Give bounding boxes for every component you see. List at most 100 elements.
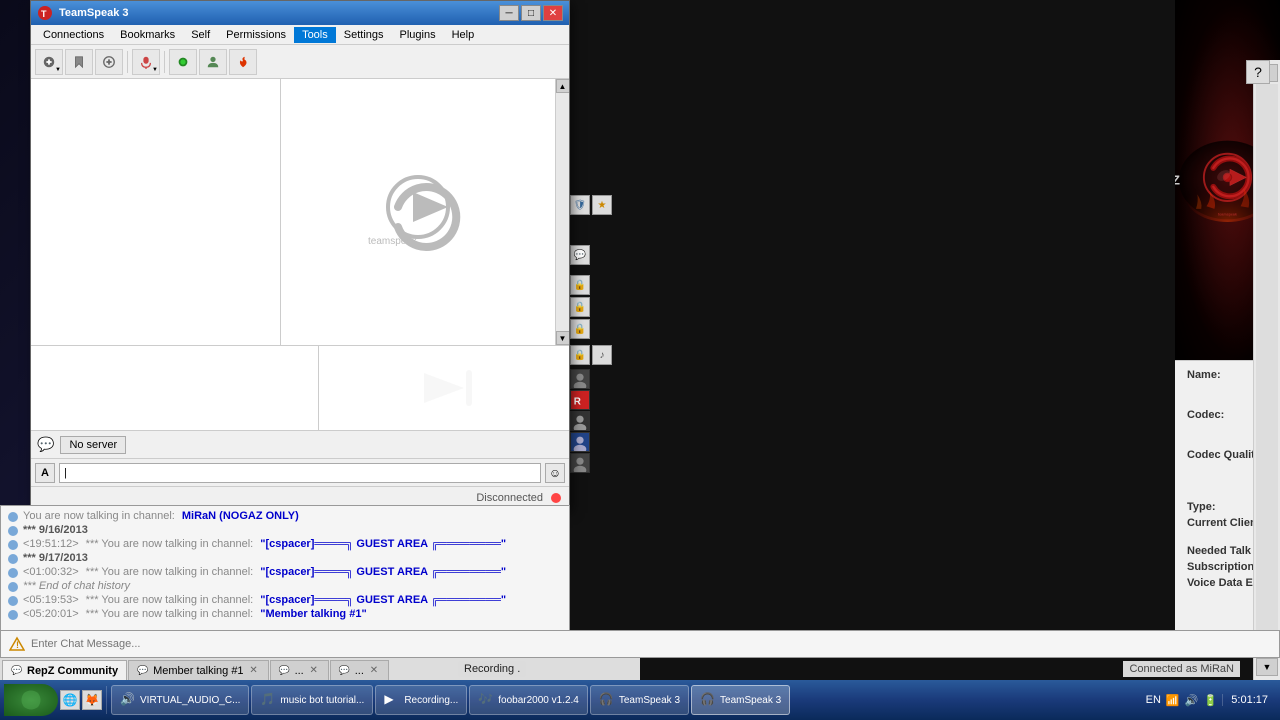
right-side-strip: ▲ ▼ <box>1253 60 1280 680</box>
ts3-icon-1: 🎧 <box>599 692 615 708</box>
virtual-audio-icon: 🔊 <box>120 692 136 708</box>
tab-close-4[interactable]: ✕ <box>368 665 380 677</box>
tab-close-member[interactable]: ✕ <box>248 665 260 677</box>
music-icon[interactable]: ♪ <box>592 345 612 365</box>
record-btn[interactable] <box>169 49 197 75</box>
fire-btn[interactable] <box>229 49 257 75</box>
maximize-button[interactable]: □ <box>521 5 541 21</box>
scroll-down[interactable]: ▼ <box>556 331 570 345</box>
tab-4[interactable]: 💬 ... ✕ <box>330 660 389 680</box>
mute-btn[interactable] <box>132 49 160 75</box>
message-input[interactable] <box>59 463 541 483</box>
chat-date-text-3: *** 9/17/2013 <box>23 552 88 564</box>
svg-text:teamspeak: teamspeak <box>368 236 418 247</box>
connected-as-label: Connected as MiRaN <box>1123 661 1240 677</box>
ts-scrollbar: ▲ ▼ <box>555 79 569 345</box>
lock-icon-3[interactable]: 🔒 <box>570 319 590 339</box>
toolbar-sep-1 <box>127 51 128 73</box>
ts-lower-watermark <box>319 346 569 430</box>
svg-text:!: ! <box>16 640 19 650</box>
text-style-btn[interactable]: A <box>35 463 55 483</box>
menu-settings[interactable]: Settings <box>336 27 392 43</box>
chat-line-2: <19:51:12> *** You are now talking in ch… <box>7 538 563 551</box>
chat-message-input[interactable] <box>31 638 1271 650</box>
taskbar-btn-recording[interactable]: ▶ Recording... <box>375 685 467 715</box>
taskbar-btn-virtual-audio[interactable]: 🔊 VIRTUAL_AUDIO_C... <box>111 685 249 715</box>
taskbar-btn-foobar[interactable]: 🎶 foobar2000 v1.2.4 <box>469 685 588 715</box>
taskbar-btn-ts3-1[interactable]: 🎧 TeamSpeak 3 <box>590 685 689 715</box>
taskbar-btn-ts3-2[interactable]: 🎧 TeamSpeak 3 <box>691 685 790 715</box>
right-scroll-track <box>1256 84 1278 656</box>
chat-channel-2: "[cspacer]════╗ GUEST AREA ╔════════" <box>260 538 506 550</box>
lock-icon-2[interactable]: 🔒 <box>570 297 590 317</box>
help-icon[interactable]: ? <box>1246 60 1270 84</box>
systray-battery: 🔋 <box>1202 692 1218 708</box>
taskbar-label-ts3-1: TeamSpeak 3 <box>619 695 680 706</box>
taskbar-btn-music-bot[interactable]: 🎵 music bot tutorial... <box>251 685 373 715</box>
menu-bookmarks[interactable]: Bookmarks <box>112 27 183 43</box>
menu-tools[interactable]: Tools <box>294 27 336 43</box>
chat-time-6: <05:19:53> <box>23 594 79 606</box>
lock-icon-1[interactable]: 🔒 <box>570 275 590 295</box>
close-button[interactable]: ✕ <box>543 5 563 21</box>
menu-connections[interactable]: Connections <box>35 27 112 43</box>
tab-rep-z-community[interactable]: 💬 RepZ Community <box>2 660 127 680</box>
chat-time-4: <01:00:32> <box>23 566 79 578</box>
right-scroll-down[interactable]: ▼ <box>1256 658 1278 676</box>
svg-text:R: R <box>574 397 581 408</box>
ts-lower-left <box>31 346 319 430</box>
window-controls: ─ □ ✕ <box>499 5 563 21</box>
connect-btn[interactable] <box>35 49 63 75</box>
bookmark-btn[interactable] <box>65 49 93 75</box>
taskbar-right: EN 📶 🔊 🔋 5:01:17 <box>1137 692 1276 708</box>
menu-plugins[interactable]: Plugins <box>392 27 444 43</box>
taskbar-clock[interactable]: 5:01:17 <box>1222 694 1268 706</box>
svg-text:teamspeak: teamspeak <box>1218 212 1238 216</box>
chat-date-text-1: *** 9/16/2013 <box>23 524 88 536</box>
smiley-btn[interactable]: ☺ <box>545 463 565 483</box>
systray-volume[interactable]: 🔊 <box>1183 692 1199 708</box>
title-bar: T TeamSpeak 3 ─ □ ✕ <box>31 1 569 25</box>
music-bot-icon: 🎵 <box>260 692 276 708</box>
taskbar-firefox-icon[interactable]: 🦊 <box>82 690 102 710</box>
chat-text-6: *** You are now talking in channel: <box>86 594 254 606</box>
avatar-5 <box>570 453 590 473</box>
ts-watermark: teamspeak <box>281 79 555 345</box>
server-name-badge[interactable]: No server <box>60 436 126 454</box>
tab-label-rep-z: RepZ Community <box>27 665 118 677</box>
start-button[interactable] <box>4 684 58 716</box>
menu-help[interactable]: Help <box>444 27 483 43</box>
tab-bar: 💬 RepZ Community 💬 Member talking #1 ✕ 💬… <box>0 658 640 680</box>
chat-channel-6: "[cspacer]════╗ GUEST AREA ╔════════" <box>260 594 506 606</box>
lock-music-icon[interactable]: 🔒 <box>570 345 590 365</box>
user-area: teamspeak <box>281 79 555 345</box>
shield-icon[interactable]: 🛡 <box>570 195 590 215</box>
scroll-up[interactable]: ▲ <box>556 79 570 93</box>
chat-icon[interactable]: 💬 <box>570 245 590 265</box>
taskbar-label-virtual-audio: VIRTUAL_AUDIO_C... <box>140 695 240 706</box>
menu-permissions[interactable]: Permissions <box>218 27 294 43</box>
tab-close-3[interactable]: ✕ <box>308 665 320 677</box>
ts-window: T TeamSpeak 3 ─ □ ✕ Connections Bookmark… <box>30 0 570 510</box>
minimize-button[interactable]: ─ <box>499 5 519 21</box>
server-bar: 💬 No server <box>31 431 569 459</box>
tab-label-member: Member talking #1 <box>153 665 244 677</box>
tab-icon-rep-z: 💬 <box>11 665 23 677</box>
chat-line-5: *** End of chat history <box>7 580 563 593</box>
star-icon[interactable]: ★ <box>592 195 612 215</box>
chat-date-1: *** 9/16/2013 <box>7 524 563 537</box>
taskbar-label-ts3-2: TeamSpeak 3 <box>720 695 781 706</box>
chat-date-3: *** 9/17/2013 <box>7 552 563 565</box>
recording-icon: ▶ <box>384 692 400 708</box>
chat-time-2: <19:51:12> <box>23 538 79 550</box>
systray-locale[interactable]: EN <box>1145 692 1161 708</box>
new-server-btn[interactable] <box>95 49 123 75</box>
user-list-btn[interactable] <box>199 49 227 75</box>
scroll-track[interactable] <box>556 93 569 331</box>
menu-self[interactable]: Self <box>183 27 218 43</box>
tab-3[interactable]: 💬 ... ✕ <box>270 660 329 680</box>
tab-icon-3: 💬 <box>279 665 291 677</box>
taskbar-ie-icon[interactable]: 🌐 <box>60 690 80 710</box>
tab-member-talking[interactable]: 💬 Member talking #1 ✕ <box>128 660 269 680</box>
chat-text-0: You are now talking in channel: <box>23 510 175 522</box>
